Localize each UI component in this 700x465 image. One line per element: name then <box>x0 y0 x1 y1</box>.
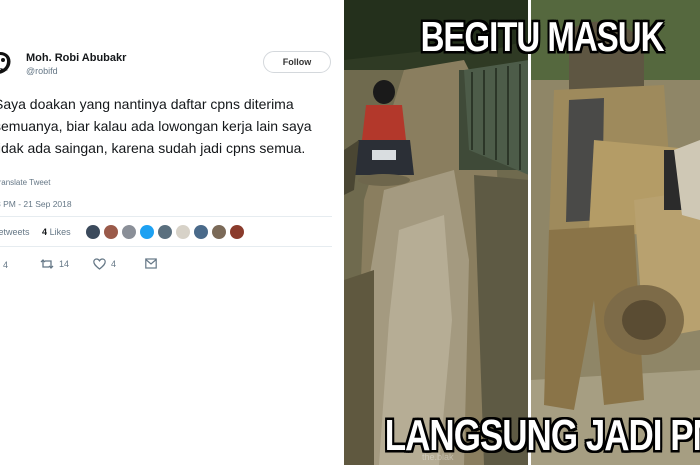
right-photo-man-with-bike <box>531 0 700 465</box>
liker-avatar[interactable] <box>104 225 118 239</box>
mail-icon <box>145 258 157 269</box>
tweet-text: Saya doakan yang nantinya daftar cpns di… <box>0 96 312 156</box>
liker-avatar[interactable] <box>176 225 190 239</box>
follow-button[interactable]: Follow <box>263 51 331 73</box>
liker-avatar[interactable] <box>230 225 244 239</box>
divider <box>0 216 332 217</box>
reply-count: 4 <box>3 259 9 270</box>
likes-count[interactable]: 4 <box>42 227 47 237</box>
like-button[interactable]: 4 <box>93 258 116 270</box>
liker-avatar[interactable] <box>212 225 226 239</box>
left-photo-muddy-road <box>344 0 529 465</box>
liker-avatar[interactable] <box>122 225 136 239</box>
likers-avatars <box>86 225 244 239</box>
translate-tweet-link[interactable]: Translate Tweet <box>0 178 50 187</box>
tweet-actions: 4 14 4 <box>0 258 180 274</box>
liker-avatar[interactable] <box>86 225 100 239</box>
meme-caption-bottom: LANGSUNG JADI PNS <box>384 411 700 460</box>
avatar-icon <box>0 48 14 78</box>
avatar[interactable] <box>0 48 14 78</box>
liker-avatar[interactable] <box>140 225 154 239</box>
liker-avatar[interactable] <box>158 225 172 239</box>
meme-caption-top: BEGITU MASUK <box>420 13 665 60</box>
like-count: 4 <box>111 259 117 269</box>
liker-avatar[interactable] <box>194 225 208 239</box>
user-handle[interactable]: @robifd <box>26 66 58 76</box>
tweet-card: Moh. Robi Abubakr @robifd Follow Saya do… <box>0 0 340 465</box>
display-name[interactable]: Moh. Robi Abubakr <box>26 52 126 64</box>
meme-watermark: the.blak <box>422 452 454 462</box>
retweet-button[interactable]: 14 <box>40 258 69 270</box>
meme-image: BEGITU MASUK LANGSUNG JADI PNS the.blak <box>344 0 700 465</box>
divider <box>0 246 332 247</box>
tweet-timestamp[interactable]: 8 PM - 21 Sep 2018 <box>0 199 72 209</box>
message-button[interactable] <box>145 258 157 269</box>
reply-button[interactable]: 4 <box>0 258 8 271</box>
likes-label[interactable]: Likes <box>50 227 71 237</box>
tweet-stats: Retweets 4 Likes <box>0 227 71 237</box>
heart-icon <box>93 258 106 270</box>
meme-photo <box>344 0 700 465</box>
retweets-label[interactable]: Retweets <box>0 227 30 237</box>
retweet-icon <box>40 259 54 269</box>
retweet-count: 14 <box>59 259 70 269</box>
photo-separator <box>528 0 531 465</box>
